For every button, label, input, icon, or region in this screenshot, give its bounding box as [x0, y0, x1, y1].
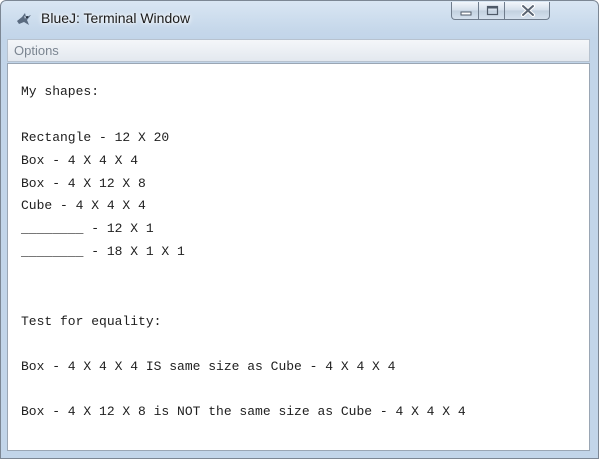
- terminal-line: Cube - 4 X 4 X 4: [21, 198, 146, 213]
- terminal-line: Box - 4 X 12 X 8: [21, 176, 146, 191]
- terminal-line: Box - 4 X 12 X 8 is NOT the same size as…: [21, 404, 466, 419]
- minimize-icon: [460, 11, 472, 16]
- terminal-line: ________ - 18 X 1 X 1: [21, 244, 185, 259]
- window-title: BlueJ: Terminal Window: [41, 10, 191, 26]
- terminal-line: Box - 4 X 4 X 4: [21, 153, 139, 168]
- close-button[interactable]: [504, 2, 550, 20]
- maximize-icon: [486, 5, 499, 16]
- title-bar[interactable]: BlueJ: Terminal Window: [1, 1, 598, 37]
- terminal-line: ________ - 12 X 1: [21, 221, 154, 236]
- menu-bar: Options: [7, 39, 590, 62]
- menu-options[interactable]: Options: [14, 43, 59, 58]
- terminal-window: BlueJ: Terminal Window Options My shapes…: [0, 0, 599, 459]
- terminal-line: Box - 4 X 4 X 4 IS same size as Cube - 4…: [21, 359, 396, 374]
- terminal-line: Test for equality:: [21, 314, 162, 329]
- terminal-line: Rectangle - 12 X 20: [21, 130, 170, 145]
- terminal-line: My shapes:: [21, 84, 100, 99]
- minimize-button[interactable]: [451, 2, 479, 20]
- bluej-bird-icon: [15, 11, 33, 27]
- close-icon: [521, 4, 535, 17]
- terminal-output[interactable]: My shapes: Rectangle - 12 X 20 Box - 4 X…: [7, 63, 590, 451]
- maximize-button[interactable]: [478, 2, 505, 20]
